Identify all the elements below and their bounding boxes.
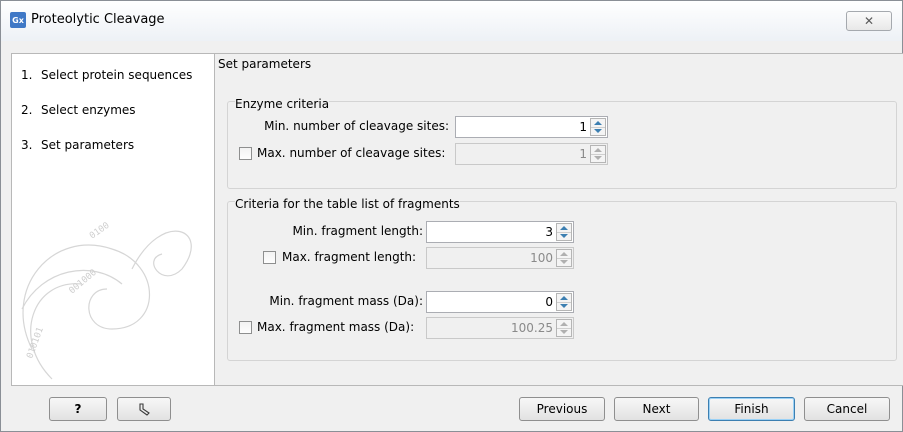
step-item-set-parameters: 3. Set parameters [21,138,134,152]
page-heading: Set parameters [218,57,312,71]
spinner-value: 0 [545,295,553,309]
decrement-icon[interactable] [560,330,568,334]
decrement-icon[interactable] [594,129,602,133]
step-item-select-enzymes: 2. Select enzymes [21,103,136,117]
max-cleavage-sites-label: Max. number of cleavage sites: [257,146,446,160]
step-number: 1. [21,68,33,82]
close-button[interactable]: ✕ [846,11,892,31]
max-fragment-mass-label: Max. fragment mass (Da): [257,320,415,334]
window-title: Proteolytic Cleavage [31,12,165,27]
min-fragment-length-spinner[interactable]: 3 [426,221,574,243]
cancel-button[interactable]: Cancel [804,397,890,421]
min-fragment-mass-label: Min. fragment mass (Da): [269,294,423,308]
decrement-icon[interactable] [560,234,568,238]
max-fragment-mass-checkbox[interactable] [239,321,252,334]
finish-label: Finish [734,402,769,416]
max-fragment-length-label: Max. fragment length: [282,250,417,264]
spinner-value: 100.25 [511,321,553,335]
spinner-divider [557,302,571,303]
max-cleavage-sites-checkbox[interactable] [239,147,252,160]
spinner-divider [591,154,605,155]
max-fragment-length-checkbox[interactable] [263,251,276,264]
group-title: Criteria for the table list of fragments [235,197,460,211]
step-number: 3. [21,138,33,152]
spinner-value: 100 [530,251,553,265]
spinner-arrows[interactable] [590,118,606,136]
fragment-criteria-group: Criteria for the table list of fragments… [227,197,897,361]
max-fragment-mass-spinner[interactable]: 100.25 [426,317,574,339]
spinner-divider [557,232,571,233]
max-fragment-length-spinner[interactable]: 100 [426,247,574,269]
increment-icon[interactable] [594,148,602,152]
min-cleavage-sites-spinner[interactable]: 1 [455,116,608,138]
wizard-steps-panel: 1. Select protein sequences 2. Select enzy… [11,53,215,386]
step-label: Set parameters [41,138,135,152]
reset-icon [139,403,150,416]
spinner-divider [591,127,605,128]
reset-button[interactable] [117,397,171,421]
set-parameters-panel: Set parameters Enzyme criteria Min. numb… [215,53,903,386]
cancel-label: Cancel [826,402,868,416]
title-bar: Gx Proteolytic Cleavage ✕ [1,1,902,41]
step-label: Select protein sequences [41,68,193,82]
close-icon: ✕ [863,14,875,28]
spinner-value: 1 [579,147,587,161]
next-button[interactable]: Next [614,397,699,421]
increment-icon[interactable] [560,322,568,326]
decrement-icon[interactable] [594,156,602,160]
spinner-divider [557,258,571,259]
svg-text:001000: 001000 [68,268,99,297]
decorative-swirl-graphic: 001000 010101 0100 [21,221,192,380]
step-label: Select enzymes [41,103,136,117]
next-label: Next [642,402,671,416]
spinner-divider [557,328,571,329]
decrement-icon[interactable] [560,260,568,264]
increment-icon[interactable] [560,226,568,230]
help-label: ? [74,402,82,416]
svg-text:010101: 010101 [25,326,46,360]
increment-icon[interactable] [594,121,602,125]
step-number: 2. [21,103,33,117]
spinner-arrows[interactable] [556,293,572,311]
max-cleavage-sites-spinner[interactable]: 1 [455,143,608,165]
min-fragment-mass-spinner[interactable]: 0 [426,291,574,313]
spinner-arrows[interactable] [556,223,572,241]
min-cleavage-sites-label: Min. number of cleavage sites: [264,119,449,133]
spinner-arrows[interactable] [556,319,572,337]
spinner-arrows[interactable] [590,145,606,163]
previous-label: Previous [536,402,588,416]
increment-icon[interactable] [560,252,568,256]
svg-text:0100: 0100 [88,221,112,242]
step-item-select-protein-sequences: 1. Select protein sequences [21,68,192,82]
group-title: Enzyme criteria [235,97,330,111]
decrement-icon[interactable] [560,304,568,308]
enzyme-criteria-group: Enzyme criteria Min. number of cleavage … [227,97,897,189]
help-button[interactable]: ? [49,397,107,421]
spinner-value: 1 [579,120,587,134]
previous-button[interactable]: Previous [519,397,605,421]
app-icon: Gx [10,12,26,28]
increment-icon[interactable] [560,296,568,300]
finish-button[interactable]: Finish [708,397,795,421]
min-fragment-length-label: Min. fragment length: [292,224,423,238]
spinner-value: 3 [545,225,553,239]
spinner-arrows[interactable] [556,249,572,267]
dialog-window: Gx Proteolytic Cleavage ✕ 1. Select prote… [0,0,903,432]
